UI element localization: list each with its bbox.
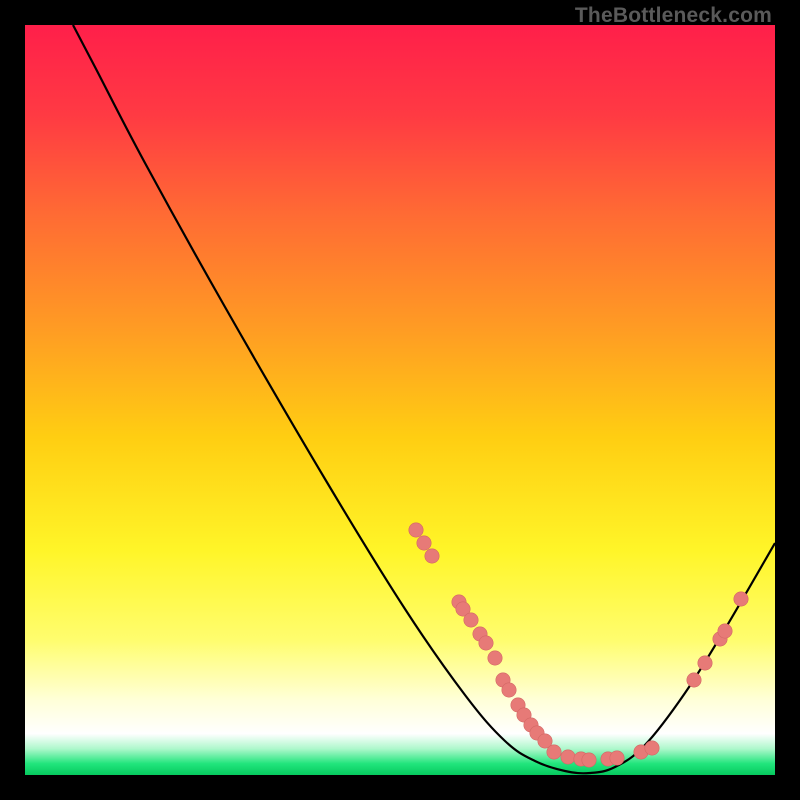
data-dot xyxy=(547,745,561,759)
data-dot xyxy=(502,683,516,697)
data-dot xyxy=(610,751,624,765)
data-dot xyxy=(488,651,502,665)
data-dot xyxy=(417,536,431,550)
data-dot xyxy=(734,592,748,606)
data-dot xyxy=(687,673,701,687)
data-dot xyxy=(718,624,732,638)
gradient-background xyxy=(25,25,775,775)
data-dot xyxy=(479,636,493,650)
chart-frame xyxy=(25,25,775,775)
data-dot xyxy=(425,549,439,563)
data-dot xyxy=(409,523,423,537)
data-dot xyxy=(698,656,712,670)
data-dot xyxy=(561,750,575,764)
data-dot xyxy=(582,753,596,767)
data-dot xyxy=(464,613,478,627)
data-dot xyxy=(645,741,659,755)
chart-canvas xyxy=(25,25,775,775)
